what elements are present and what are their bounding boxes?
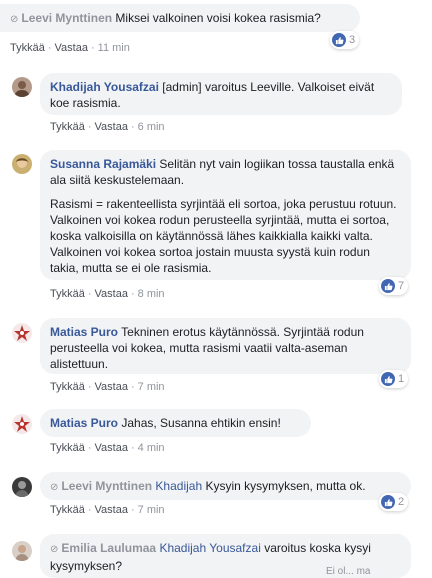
reaction-count: 2 [398,496,405,508]
comment-bubble: ⊘ Leevi Mynttinen Khadijah Kysyin kysymyk… [40,472,411,500]
avatar[interactable] [12,154,32,174]
author-name[interactable]: Leevi Mynttinen [61,479,152,493]
author-name[interactable]: Leevi Mynttinen [21,11,112,25]
check-circle-icon: ⊘ [50,544,59,555]
reply-link[interactable]: Vastaa [55,42,88,54]
like-link[interactable]: Tykkää [50,381,85,393]
thumbs-up-icon [332,33,346,47]
comment-text: Miksei valkoinen voisi kokea rasismia? [115,11,321,25]
reaction-count: 1 [398,373,405,385]
reaction-count: 3 [349,34,356,46]
reply-link[interactable]: Vastaa [95,381,128,393]
comment-bubble: Matias Puro Tekninen erotus käytännössä.… [40,318,411,374]
avatar[interactable] [12,323,32,343]
reaction-count: 7 [398,280,405,292]
thumbs-up-icon [381,279,395,293]
timestamp[interactable]: 6 min [138,121,165,133]
timestamp[interactable]: 7 min [138,381,165,393]
comment-actions: Tykkää · Vastaa · 11 min [10,42,130,54]
check-circle-icon: ⊘ [10,14,19,25]
comment-actions: Tykkää · Vastaa · 8 min [50,288,165,300]
reaction-summary[interactable]: 1 [379,370,409,388]
reply-link[interactable]: Vastaa [95,442,128,454]
footer-partial-text: Ei ol... ma [326,566,371,577]
author-name[interactable]: Matias Puro [50,416,118,430]
comment-bubble: Khadijah Yousafzai [admin] varoitus Leev… [40,73,402,115]
author-name[interactable]: Matias Puro [50,325,118,339]
mention-link[interactable]: Khadijah [155,479,202,493]
comment-actions: Tykkää · Vastaa · 7 min [50,381,165,393]
like-link[interactable]: Tykkää [50,442,85,454]
thumbs-up-icon [381,372,395,386]
timestamp[interactable]: 7 min [138,504,165,516]
comment-bubble: Matias Puro Jahas, Susanna ehtikin ensin… [40,409,311,437]
avatar[interactable] [12,414,32,434]
comment-text-paragraph: Rasismi = rakenteellista syrjintää eli s… [50,197,397,275]
comment-actions: Tykkää · Vastaa · 4 min [50,442,165,454]
reply-link[interactable]: Vastaa [95,288,128,300]
like-link[interactable]: Tykkää [50,288,85,300]
timestamp[interactable]: 8 min [138,288,165,300]
avatar[interactable] [12,541,32,561]
comment-actions: Tykkää · Vastaa · 6 min [50,121,165,133]
avatar[interactable] [12,77,32,97]
reaction-summary[interactable]: 3 [330,31,360,49]
reply-link[interactable]: Vastaa [95,121,128,133]
like-link[interactable]: Tykkää [10,42,45,54]
author-name[interactable]: Emilia Laulumaa [61,541,156,555]
avatar[interactable] [12,477,32,497]
comment-bubble: Susanna Rajamäki Selitän nyt vain logiik… [40,150,411,280]
reaction-summary[interactable]: 2 [379,493,409,511]
check-circle-icon: ⊘ [50,482,59,493]
timestamp[interactable]: 11 min [98,42,130,54]
comment-text: Jahas, Susanna ehtikin ensin! [121,416,281,430]
author-name[interactable]: Khadijah Yousafzai [50,80,159,94]
reaction-summary[interactable]: 7 [379,277,409,295]
mention-link[interactable]: Khadijah Yousafzai [159,541,260,555]
timestamp[interactable]: 4 min [138,442,165,454]
thumbs-up-icon [381,495,395,509]
comment-text: Kysyin kysymyksen, mutta ok. [205,479,366,493]
like-link[interactable]: Tykkää [50,121,85,133]
comment-actions: Tykkää · Vastaa · 7 min [50,504,165,516]
author-name[interactable]: Susanna Rajamäki [50,157,156,171]
like-link[interactable]: Tykkää [50,504,85,516]
comment-bubble: ⊘ Leevi Mynttinen Miksei valkoinen voisi … [0,4,360,32]
reply-link[interactable]: Vastaa [95,504,128,516]
